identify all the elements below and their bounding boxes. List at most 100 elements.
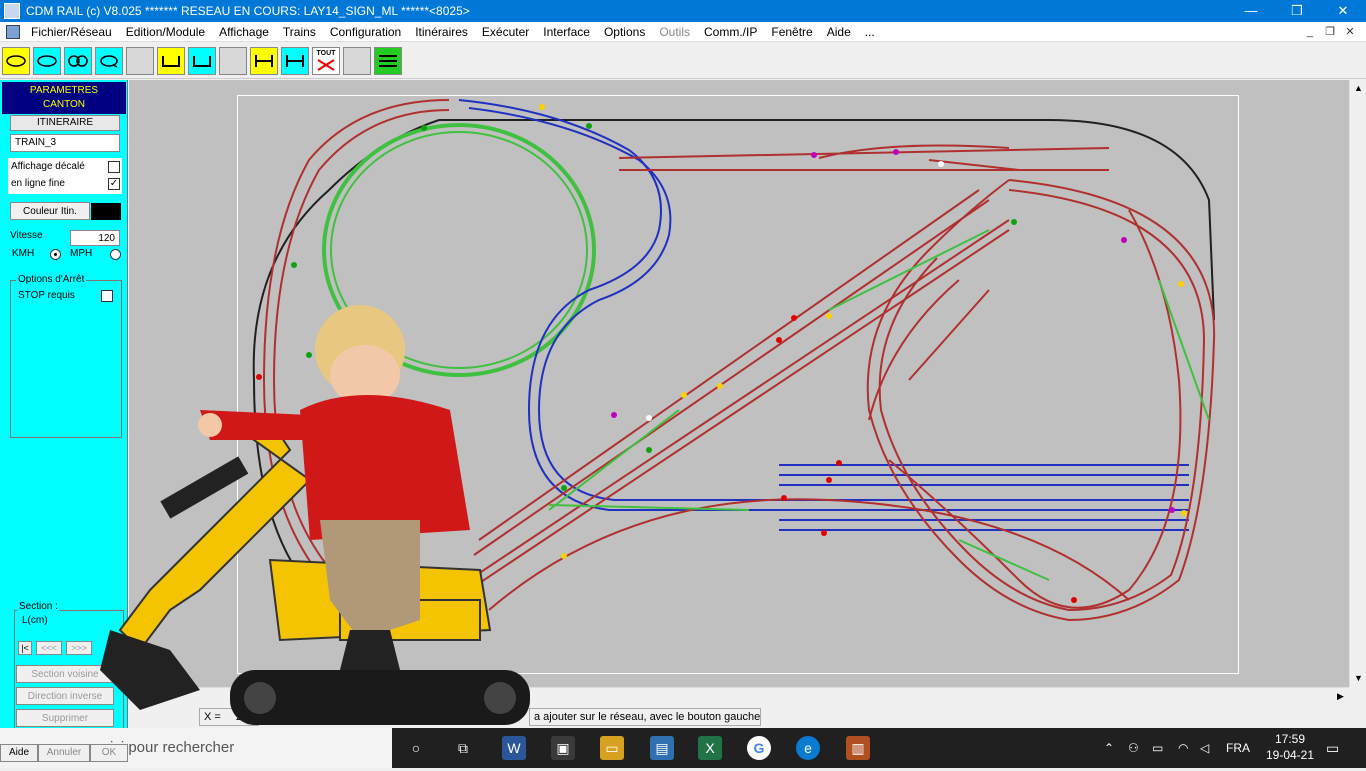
affichage-decale-label: Affichage décalé: [11, 161, 85, 172]
window-controls: — ❐ ✕: [1228, 0, 1366, 22]
menu-options[interactable]: Options: [597, 22, 652, 42]
app-icon: [4, 3, 20, 19]
maximize-button[interactable]: ❐: [1274, 0, 1320, 22]
buffer-icon: [193, 55, 211, 67]
loop-yellow-button[interactable]: [2, 46, 30, 75]
mdi-minimize-button[interactable]: _: [1300, 22, 1320, 42]
battery-icon[interactable]: ▭: [1152, 728, 1163, 768]
double-loop-button[interactable]: [64, 46, 92, 75]
toolbar: TOUT: [0, 43, 1366, 79]
menu-comm-ip[interactable]: Comm./IP: [697, 22, 764, 42]
blank-tool-button[interactable]: [126, 46, 154, 75]
loop-icon: [37, 54, 57, 67]
tray-chevron-icon[interactable]: ⌃: [1104, 728, 1114, 768]
edge-icon[interactable]: e: [796, 736, 820, 760]
menu-trains[interactable]: Trains: [276, 22, 323, 42]
cdm-rail-icon[interactable]: ▥: [846, 736, 870, 760]
itineraire-label: ITINERAIRE: [10, 115, 120, 131]
file-explorer-icon[interactable]: ▭: [600, 736, 624, 760]
track-cyan-button[interactable]: [281, 46, 309, 75]
menu-fenetre[interactable]: Fenêtre: [764, 22, 819, 42]
track-icon: [255, 54, 273, 67]
nav-prev-button[interactable]: <<<: [36, 641, 62, 655]
lines-button[interactable]: [374, 46, 402, 75]
tout-label: TOUT: [316, 49, 336, 57]
track-blue-yard: [779, 464, 1189, 531]
child-excavator-photo: [100, 305, 530, 725]
blank-tool-button-3[interactable]: [343, 46, 371, 75]
clock-time: 17:59: [1274, 732, 1306, 746]
document-icon[interactable]: [6, 24, 20, 39]
store-icon[interactable]: ▣: [551, 736, 575, 760]
mph-radio[interactable]: [110, 249, 121, 260]
nav-first-button[interactable]: |<: [18, 641, 32, 655]
title-bar: CDM RAIL (c) V8.025 ******* RESEAU EN CO…: [0, 0, 1366, 22]
chrome-icon[interactable]: G: [747, 736, 771, 760]
mph-label: MPH: [70, 248, 93, 259]
menu-more[interactable]: ...: [858, 22, 882, 42]
section-unit: L(cm): [22, 615, 48, 626]
menu-interface[interactable]: Interface: [536, 22, 597, 42]
buffer-icon: [162, 55, 180, 67]
itinerary-color-swatch[interactable]: [91, 203, 121, 220]
menu-itineraires[interactable]: Itinéraires: [408, 22, 475, 42]
kmh-radio[interactable]: [50, 249, 61, 260]
couleur-itin-button[interactable]: Couleur Itin.: [10, 202, 90, 220]
track-blue-curve-2: [468, 107, 1189, 501]
aide-button[interactable]: Aide: [0, 744, 38, 762]
minimize-button[interactable]: —: [1228, 0, 1274, 22]
loop-arrow-icon: [100, 54, 118, 68]
menu-edition[interactable]: Edition/Module: [119, 22, 212, 42]
tout-button[interactable]: TOUT: [312, 46, 340, 75]
mdi-restore-button[interactable]: ❐: [1320, 22, 1340, 42]
menu-affichage[interactable]: Affichage: [212, 22, 276, 42]
train-field[interactable]: TRAIN_3: [10, 134, 120, 152]
blank-tool-button-2[interactable]: [219, 46, 247, 75]
kmh-label: KMH: [12, 248, 35, 259]
menu-executer[interactable]: Exécuter: [475, 22, 536, 42]
track-red-right: [866, 179, 1216, 622]
people-icon[interactable]: ⚇: [1128, 728, 1139, 768]
track-icon: [286, 54, 304, 67]
section-label: Section :: [17, 601, 60, 612]
vitesse-label: Vitesse: [10, 230, 43, 241]
close-button[interactable]: ✕: [1320, 0, 1366, 22]
ligne-fine-label: en ligne fine: [11, 178, 65, 189]
menu-configuration[interactable]: Configuration: [323, 22, 408, 42]
mdi-close-button[interactable]: ✕: [1340, 22, 1360, 42]
clock-date: 19-04-21: [1265, 748, 1315, 762]
scroll-up-icon[interactable]: ▲: [1350, 80, 1366, 97]
scroll-right-icon[interactable]: ▶: [1332, 688, 1349, 705]
control-panel-icon[interactable]: ▤: [650, 736, 674, 760]
track-yellow-button[interactable]: [250, 46, 278, 75]
excel-icon[interactable]: X: [698, 736, 722, 760]
panel-header: PARAMETRES CANTON: [2, 82, 126, 114]
loop-arrow-button[interactable]: [95, 46, 123, 75]
notifications-icon[interactable]: ▭: [1326, 728, 1339, 768]
menu-fichier[interactable]: Fichier/Réseau: [24, 22, 119, 42]
track-red-diagonal: [468, 189, 1130, 611]
clock[interactable]: 17:59 19-04-21: [1265, 731, 1315, 771]
vertical-scrollbar[interactable]: ▲ ▼: [1349, 80, 1366, 687]
scroll-down-icon[interactable]: ▼: [1350, 670, 1366, 687]
ligne-fine-checkbox[interactable]: ✓: [108, 178, 120, 190]
affichage-decale-checkbox[interactable]: [108, 161, 120, 173]
panel-header-line2: CANTON: [42, 99, 86, 110]
wifi-icon[interactable]: ◠: [1178, 728, 1188, 768]
cross-icon: [317, 58, 335, 71]
volume-icon[interactable]: ◁: [1200, 728, 1209, 768]
track-green-route: [548, 229, 1210, 581]
loop-cyan-button[interactable]: [33, 46, 61, 75]
status-message: a ajouter sur le réseau, avec le bouton …: [529, 708, 761, 726]
vitesse-input[interactable]: 120: [70, 230, 120, 246]
mdi-controls: _ ❐ ✕: [1300, 22, 1360, 42]
track-red-top: [618, 144, 1110, 171]
options-arret-label: Options d'Arrêt: [16, 274, 87, 285]
language-indicator[interactable]: FRA: [1226, 728, 1250, 768]
menu-outils: Outils: [659, 24, 691, 39]
buffer-yellow-button[interactable]: [157, 46, 185, 75]
track-blue-curve: [458, 99, 1189, 511]
menu-aide[interactable]: Aide: [820, 22, 858, 42]
buffer-cyan-button[interactable]: [188, 46, 216, 75]
menu-bar: Fichier/Réseau Edition/Module Affichage …: [0, 22, 1366, 42]
